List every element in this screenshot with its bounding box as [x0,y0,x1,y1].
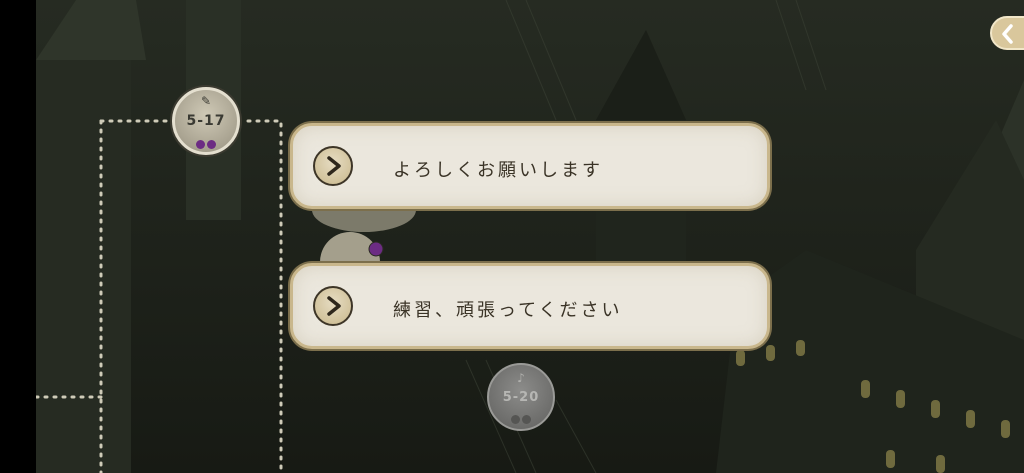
dialogue-choice-1[interactable]: よろしくお願いします [290,123,770,209]
feather-icon: ✎ [200,94,212,108]
game-screen: ✎ 5-17 ♪ 5-20 よろしくお願いします 練習、頑張ってください [0,0,1024,473]
progress-dot [196,140,205,149]
stage-label: 5-20 [502,390,540,405]
stage-node-5-20[interactable]: ♪ 5-20 [487,363,555,431]
play-arrow-icon [313,146,353,186]
back-button[interactable] [990,16,1024,50]
letterbox-bar [0,0,36,473]
progress-dot [207,140,216,149]
progress-dot [522,415,531,424]
choice-text: よろしくお願いします [393,160,603,181]
music-note-icon: ♪ [517,371,525,385]
progress-dots [175,134,237,153]
stage-label: 5-17 [186,113,226,129]
choice-text: 練習、頑張ってください [393,300,623,321]
dialogue-choice-2[interactable]: 練習、頑張ってください [290,263,770,349]
play-arrow-icon [313,286,353,326]
stage-node-5-17[interactable]: ✎ 5-17 [172,87,240,155]
chevron-left-icon [1002,24,1013,44]
progress-dot [511,415,520,424]
progress-dots [489,409,553,428]
